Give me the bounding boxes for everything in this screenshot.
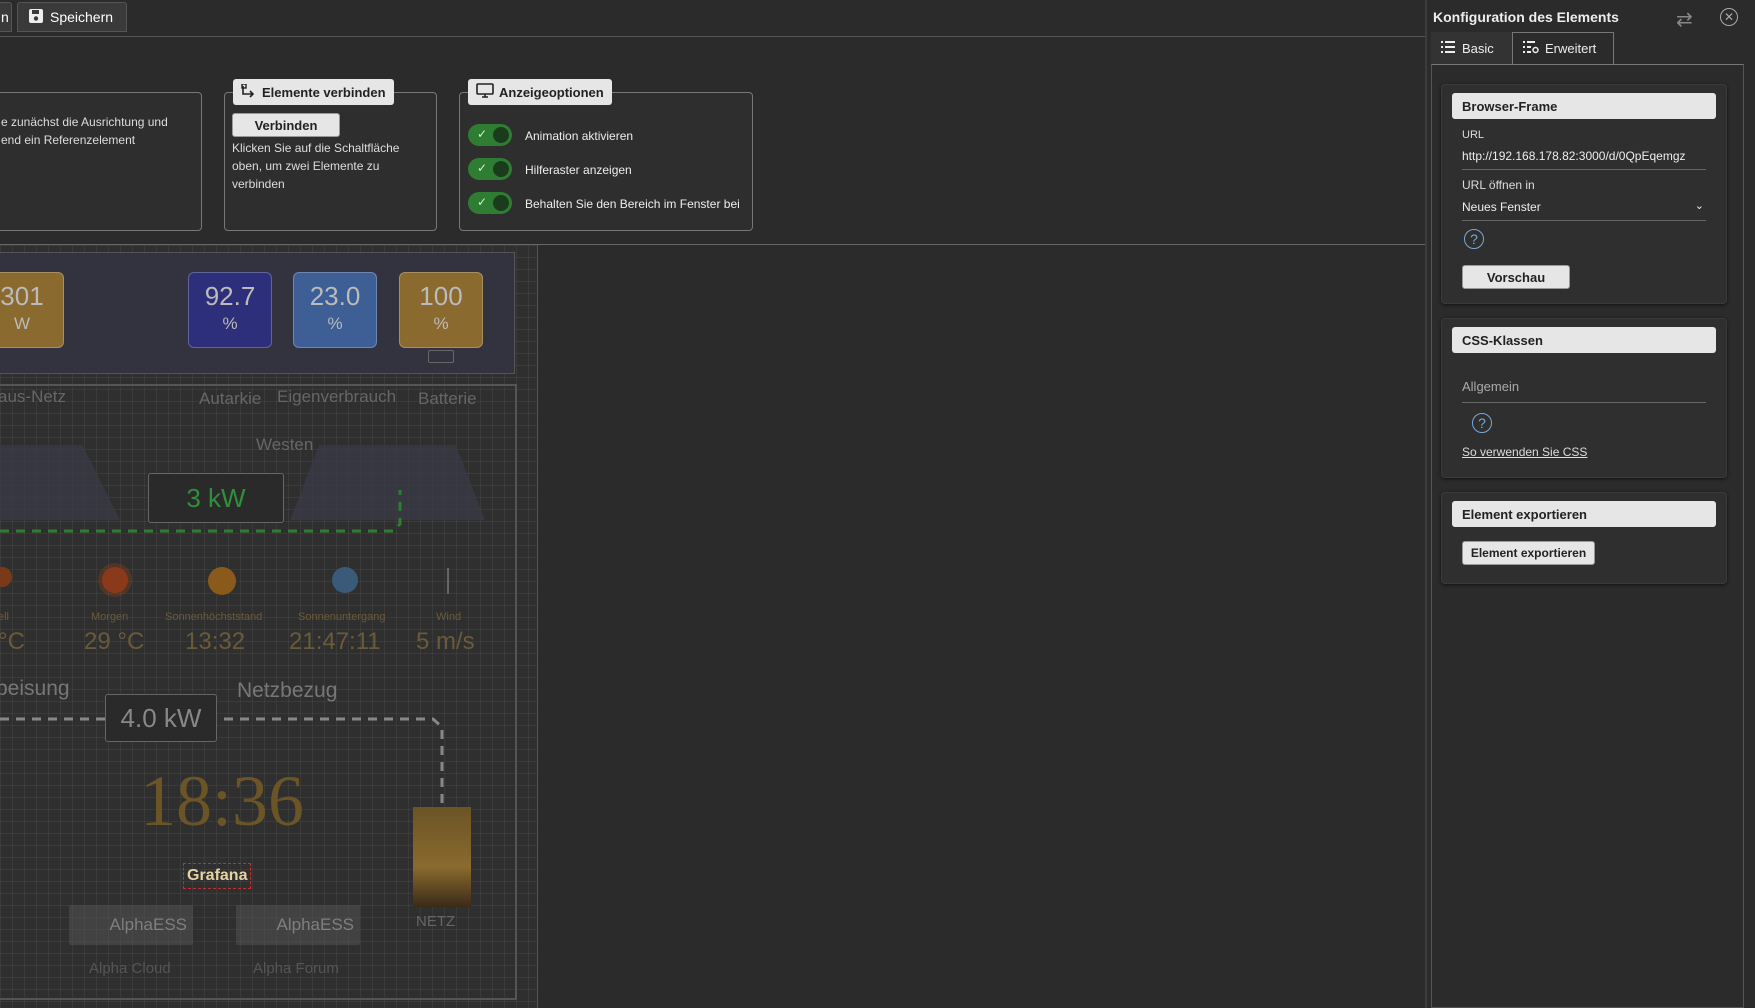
alpha-forum-logo[interactable]: AlphaESS [236, 905, 360, 945]
pv-flow-line [0, 490, 402, 533]
tab-basic-label: Basic [1462, 40, 1494, 56]
export-header[interactable]: Element exportieren [1452, 501, 1716, 527]
close-icon[interactable]: ✕ [1720, 8, 1738, 26]
autarkie-tile[interactable]: 92.7 % [188, 272, 272, 348]
save-button[interactable]: Speichern [17, 2, 127, 32]
animation-toggle[interactable]: ✓ [468, 124, 512, 146]
eigenverbrauch-tile-value: 23.0 [309, 281, 361, 311]
config-panel-title: Konfiguration des Elements [1433, 9, 1619, 25]
tab-advanced[interactable]: Erweitert [1512, 32, 1614, 64]
grid-tower-image [413, 807, 471, 907]
browser-frame-header[interactable]: Browser-Frame [1452, 93, 1716, 119]
css-classes-card: CSS-Klassen Allgemein ? So verwenden Sie… [1441, 318, 1727, 478]
eigenverbrauch-tile[interactable]: 23.0 % [293, 272, 377, 348]
haus-netz-label: aus-Netz [0, 387, 67, 406]
sun-hot-icon [102, 567, 128, 593]
alpha-cloud-label: Alpha Cloud [89, 960, 171, 977]
save-icon [28, 8, 44, 27]
power-tile[interactable]: 301 W [0, 272, 64, 348]
autarkie-tile-value: 92.7 [204, 281, 256, 311]
save-label: Speichern [50, 9, 114, 25]
export-card: Element exportieren Element exportieren [1441, 492, 1727, 584]
battery-icon [428, 350, 454, 363]
url-open-in-value: Neues Fenster [1462, 200, 1541, 214]
display-options-group: Anzeigeoptionen ✓ Animation aktivieren ✓… [459, 79, 753, 231]
swap-side-icon[interactable]: ⇄ [1676, 7, 1693, 32]
connect-icon [241, 82, 257, 101]
eigenverbrauch-label: Eigenverbrauch [277, 387, 397, 406]
battery-tile[interactable]: 100 % [399, 272, 483, 348]
connect-elements-title-text: Elemente verbinden [262, 84, 386, 100]
browser-frame-help-icon[interactable]: ? [1464, 229, 1484, 249]
grid-power-box[interactable]: 4.0 kW [105, 694, 217, 742]
connect-help-text: Klicken Sie auf die Schaltfläche oben, u… [232, 141, 400, 191]
alignment-text-line1: e zunächst die Ausrichtung und [1, 115, 168, 129]
weather-5-value: 5 m/s [416, 628, 475, 655]
eigenverbrauch-tile-unit: % [327, 314, 343, 333]
preview-button[interactable]: Vorschau [1462, 265, 1570, 289]
weather-2-title: Morgen [91, 611, 129, 623]
css-help-icon[interactable]: ? [1472, 413, 1492, 433]
battery-tile-value: 100 [419, 281, 463, 311]
alignment-text-line2: end ein Referenzelement [1, 133, 136, 147]
connect-elements-title: Elemente verbinden [233, 79, 394, 105]
list-icon [1440, 40, 1456, 57]
advanced-list-icon [1522, 40, 1539, 57]
monitor-icon [476, 83, 494, 101]
css-help-link[interactable]: So verwenden Sie CSS [1462, 445, 1587, 459]
netzbezug-label: Netzbezug [237, 679, 338, 702]
power-tile-value: 301 [0, 281, 44, 311]
weather-2-value: 29 °C [84, 628, 145, 655]
display-options-title: Anzeigeoptionen [468, 79, 612, 105]
alpha-forum-label: Alpha Forum [253, 960, 339, 977]
weather-3-value: 13:32 [185, 628, 246, 655]
wind-icon [447, 568, 473, 594]
grid-toggle-label: Hilferaster anzeigen [525, 163, 632, 177]
einspeisung-label: beisung [0, 677, 70, 700]
connect-elements-group: Elemente verbinden Verbinden Klicken Sie… [224, 79, 437, 231]
editor-canvas[interactable]: 301 W 92.7 % 23.0 % 100 % aus-Netz Autar… [0, 245, 538, 1008]
weather-3-title: Sonnenhöchststand [165, 611, 263, 623]
weather-4-value: 21:47:11 [289, 628, 381, 655]
autarkie-label: Autarkie [199, 389, 262, 408]
netz-label: NETZ [416, 913, 456, 930]
url-open-in-select[interactable]: Neues Fenster ⌄ [1462, 200, 1706, 221]
toolbar-partial-label: n [1, 9, 9, 25]
element-config-panel: Konfiguration des Elements ⇄ ✕ Basic Erw… [1425, 0, 1755, 1008]
westen-label: Westen [256, 435, 314, 454]
url-open-in-label: URL öffnen in [1462, 178, 1535, 192]
battery-tile-unit: % [433, 314, 449, 333]
weather-5-title: Wind [436, 611, 462, 623]
weather-4-title: Sonnenuntergang [298, 611, 386, 623]
export-element-button[interactable]: Element exportieren [1462, 541, 1595, 565]
toolbar-partial-button[interactable]: n [0, 2, 12, 32]
animation-toggle-label: Animation aktivieren [525, 129, 634, 143]
css-classes-header[interactable]: CSS-Klassen [1452, 327, 1716, 353]
alpha-cloud-logo[interactable]: AlphaESS [69, 905, 193, 945]
tab-basic[interactable]: Basic [1431, 32, 1512, 64]
keep-area-toggle[interactable]: ✓ [468, 192, 512, 214]
tab-advanced-label: Erweitert [1545, 41, 1597, 56]
browser-frame-card: Browser-Frame URL http://192.168.178.82:… [1441, 84, 1727, 304]
power-tile-unit: W [13, 314, 31, 333]
sun-icon [208, 567, 236, 595]
autarkie-tile-unit: % [222, 314, 238, 333]
grid-toggle[interactable]: ✓ [468, 158, 512, 180]
weather-1-title: ell [0, 611, 10, 623]
config-panel-header: Konfiguration des Elements [1427, 2, 1745, 32]
batterie-label: Batterie [418, 389, 477, 408]
url-input[interactable]: http://192.168.178.82:3000/d/0QpEqemgz [1462, 149, 1706, 170]
clock-display: 18:36 [140, 761, 305, 841]
sunset-icon [332, 567, 358, 593]
grafana-frame-element[interactable]: Grafana [183, 863, 252, 889]
connect-button[interactable]: Verbinden [232, 113, 340, 137]
chevron-down-icon: ⌄ [1694, 200, 1704, 212]
css-general-input[interactable]: Allgemein [1462, 379, 1706, 403]
top-toolbar: n Speichern [0, 0, 1425, 37]
weather-1-value: °C [0, 628, 25, 655]
alignment-group: e zunächst die Ausrichtung und end ein R… [0, 92, 202, 231]
url-label: URL [1462, 129, 1485, 141]
keep-area-toggle-label: Behalten Sie den Bereich im Fenster bei [525, 197, 740, 211]
display-options-title-text: Anzeigeoptionen [499, 84, 604, 100]
